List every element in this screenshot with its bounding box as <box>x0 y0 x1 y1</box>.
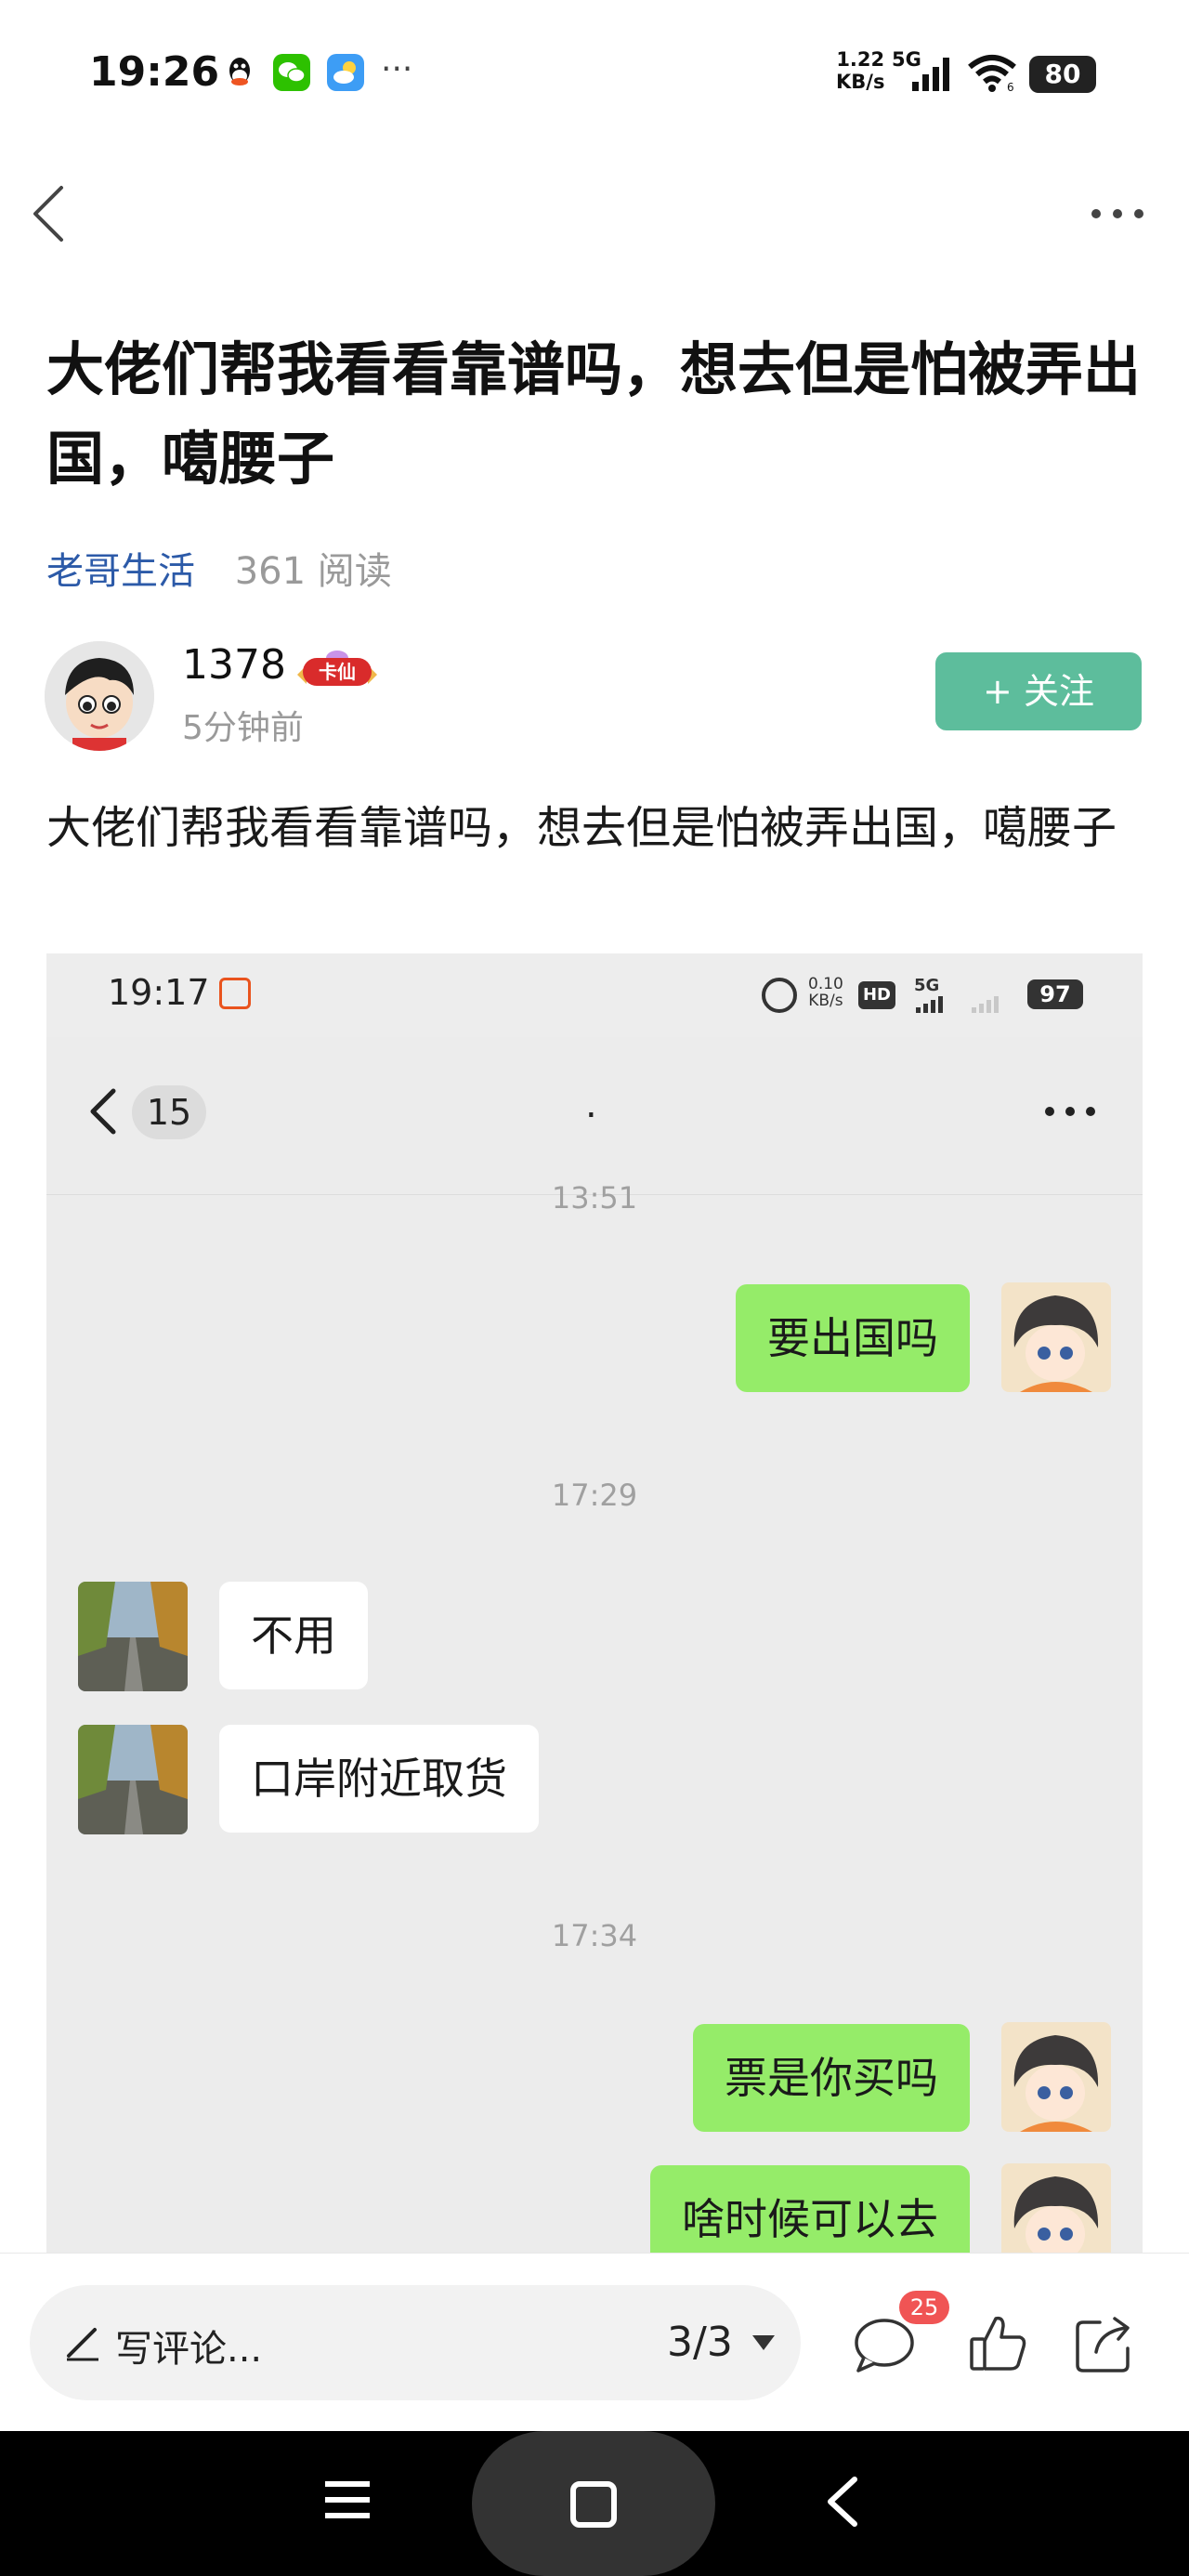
network-speed: 1.22 KB/s <box>836 48 884 93</box>
embedded-signal-icon <box>916 996 999 1013</box>
status-bar: 19:26 ··· 1.22 KB/s 5G 6 80 <box>0 0 1189 149</box>
battery-indicator: 80 <box>1029 56 1096 93</box>
article-title: 大佬们帮我看看靠谱吗，想去但是怕被弄出国，噶腰子 <box>46 335 1142 493</box>
wechat-icon <box>273 54 310 91</box>
author-badge-label: 卡仙 <box>303 658 372 686</box>
category-link[interactable]: 老哥生活 <box>46 550 195 593</box>
system-back-icon[interactable] <box>819 2472 864 2531</box>
page-indicator[interactable]: 3/3 <box>667 2319 733 2366</box>
network-speed-unit: KB/s <box>836 71 885 93</box>
author-name[interactable]: 1378 <box>182 641 286 689</box>
post-time: 5分钟前 <box>182 709 304 747</box>
system-nav-bar <box>0 2431 1189 2576</box>
comment-placeholder: 写评论... <box>115 2328 263 2371</box>
embedded-chat-screenshot[interactable]: 19:17 0.10 KB/s HD 5G 97 15 . 13:51 要出国吗… <box>46 953 1143 2254</box>
chat-timestamp: 17:34 <box>551 1918 638 1953</box>
share-icon[interactable] <box>1072 2311 1137 2376</box>
author-level-badge: 卡仙 <box>294 647 381 695</box>
article-meta: 老哥生活 361 阅读 <box>46 541 392 595</box>
more-notifications-icon: ··· <box>381 50 413 88</box>
chat-more-icon <box>1045 1107 1095 1116</box>
chevron-down-icon[interactable] <box>751 2333 777 2352</box>
chat-timestamp: 13:51 <box>551 1180 638 1216</box>
chat-bubble-sent: 啥时候可以去 <box>650 2165 970 2254</box>
my-avatar <box>1001 1282 1111 1392</box>
more-options-button[interactable] <box>1087 186 1148 242</box>
embedded-battery: 97 <box>1027 979 1083 1009</box>
my-avatar <box>1001 2022 1111 2132</box>
chat-header: 15 . <box>46 1046 1143 1195</box>
contact-avatar <box>78 1582 188 1691</box>
wifi-label: 6 <box>1007 81 1014 93</box>
comment-count-badge: 25 <box>899 2291 949 2324</box>
embedded-status-bar: 19:17 0.10 KB/s HD 5G 97 <box>46 953 1143 1037</box>
embedded-speed-unit: KB/s <box>808 992 843 1010</box>
weather-icon <box>327 54 364 91</box>
home-button[interactable] <box>472 2431 715 2576</box>
chat-bubble-sent: 要出国吗 <box>736 1284 970 1392</box>
embedded-speed-value: 0.10 <box>808 975 843 993</box>
home-square-icon <box>570 2481 617 2528</box>
chat-back-icon <box>90 1088 116 1135</box>
signal-icon <box>912 58 949 91</box>
follow-button[interactable]: + 关注 <box>935 652 1142 730</box>
author-avatar[interactable] <box>45 641 154 751</box>
read-count: 361 阅读 <box>234 550 392 593</box>
wifi-icon: 6 <box>968 55 1016 93</box>
chat-bubble-sent: 票是你买吗 <box>693 2024 970 2132</box>
pencil-icon <box>67 2328 98 2361</box>
hd-icon: HD <box>858 981 895 1009</box>
contact-avatar <box>78 1725 188 1834</box>
chat-contact-name: . <box>585 1084 597 1126</box>
chat-bubble-received: 不用 <box>219 1582 368 1689</box>
unread-count-badge: 15 <box>132 1085 206 1139</box>
network-speed-value: 1.22 <box>836 48 885 71</box>
thumbs-up-icon[interactable] <box>966 2311 1031 2376</box>
embedded-app-icon <box>219 978 251 1009</box>
comment-input[interactable]: 写评论... 3/3 <box>30 2285 801 2400</box>
menu-icon[interactable] <box>321 2476 373 2524</box>
alarm-icon <box>762 978 797 1013</box>
qq-icon <box>221 54 258 91</box>
comment-icon[interactable] <box>851 2315 918 2374</box>
status-time: 19:26 <box>89 48 220 96</box>
chat-timestamp: 17:29 <box>551 1478 638 1513</box>
back-button[interactable] <box>22 177 78 251</box>
article-body: 大佬们帮我看看靠谱吗，想去但是怕被弄出国，噶腰子 <box>46 802 1117 854</box>
bottom-toolbar: 写评论... 3/3 25 <box>0 2253 1189 2431</box>
my-avatar <box>1001 2163 1111 2254</box>
embedded-network-speed: 0.10 KB/s <box>808 976 843 1009</box>
chat-bubble-received: 口岸附近取货 <box>219 1725 539 1833</box>
embedded-status-time: 19:17 <box>108 972 210 1013</box>
